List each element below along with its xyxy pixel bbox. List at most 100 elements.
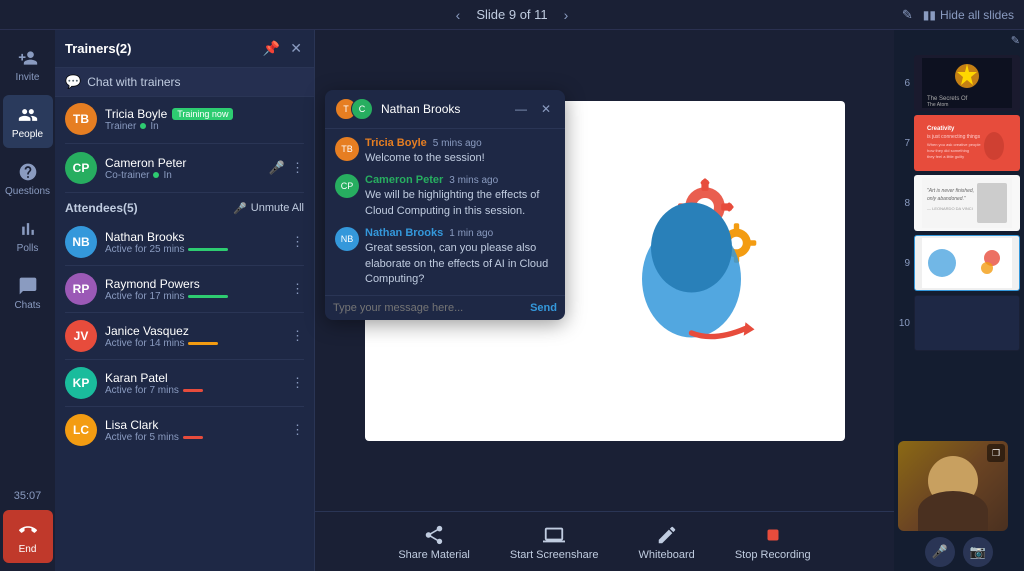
- attendee-info-nathan: Nathan Brooks Active for 25 mins: [105, 230, 283, 255]
- more-options-raymond[interactable]: ⋮: [291, 281, 304, 297]
- edit-icon[interactable]: ✎: [902, 7, 913, 23]
- training-badge: Training now: [172, 108, 233, 120]
- slide-thumb-7[interactable]: Creativity is just connecting things Whe…: [914, 115, 1020, 171]
- camera-toggle-button[interactable]: 📷: [963, 537, 993, 567]
- chat-icon: [16, 274, 40, 298]
- panel-title: Trainers(2): [65, 41, 131, 56]
- status-bar-nathan: [188, 248, 228, 251]
- avatar-janice: JV: [65, 320, 97, 352]
- chat-input-field[interactable]: [333, 302, 524, 314]
- msg-sender-tricia: Tricia Boyle: [365, 137, 427, 149]
- screenshare-icon: [542, 523, 566, 547]
- msg-sender-cameron: Cameron Peter: [365, 174, 443, 186]
- svg-text:is just connecting things: is just connecting things: [927, 134, 981, 140]
- hide-slides-button[interactable]: ▮▮ Hide all slides: [923, 8, 1014, 22]
- trainer-info-tricia: Tricia Boyle Training now Trainer In: [105, 107, 304, 132]
- divider-2: [65, 192, 304, 193]
- attendee-info-janice: Janice Vasquez Active for 14 mins: [105, 324, 283, 349]
- svg-text:When you ask creative people: When you ask creative people: [927, 142, 981, 147]
- attendees-section: Attendees(5) 🎤 Unmute All NB Nathan Broo…: [55, 195, 314, 571]
- stop-recording-action[interactable]: Stop Recording: [735, 523, 811, 561]
- prev-slide-button[interactable]: ‹: [450, 5, 467, 25]
- slide-thumb-8[interactable]: "Art is never finished, only abandoned."…: [914, 175, 1020, 231]
- left-sidebar: Invite People Questions Polls Chats: [0, 30, 55, 571]
- svg-text:"Art is never finished,: "Art is never finished,: [927, 188, 974, 194]
- share-material-label: Share Material: [398, 549, 470, 561]
- svg-text:how they did something: how they did something: [927, 148, 969, 153]
- sidebar-item-chats[interactable]: Chats: [3, 266, 53, 319]
- sidebar-item-polls[interactable]: Polls: [3, 209, 53, 262]
- right-slides-panel: ✎ 6 The Secrets Of The Atom: [894, 30, 1024, 571]
- slide-num-9: 9: [898, 258, 910, 269]
- unmute-all-button[interactable]: 🎤 Unmute All: [233, 202, 304, 215]
- share-material-action[interactable]: Share Material: [398, 523, 470, 561]
- chat-message-0: TB Tricia Boyle 5 mins ago Welcome to th…: [335, 137, 555, 166]
- slide-num-8: 8: [898, 198, 910, 209]
- whiteboard-action[interactable]: Whiteboard: [639, 523, 695, 561]
- msg-avatar-tricia: TB: [335, 137, 359, 161]
- msg-text-0: Welcome to the session!: [365, 151, 555, 166]
- people-icon: [16, 103, 40, 127]
- status-bar-lisa: [183, 436, 203, 439]
- attendee-item-janice: JV Janice Vasquez Active for 14 mins ⋮: [55, 315, 314, 357]
- slide-counter: Slide 9 of 11: [476, 7, 547, 22]
- whiteboard-icon: [655, 523, 679, 547]
- pin-button[interactable]: 📌: [261, 38, 282, 59]
- question-icon: [16, 160, 40, 184]
- main-content: Invite People Questions Polls Chats: [0, 30, 1024, 571]
- attendee-name-karan: Karan Patel: [105, 371, 283, 385]
- slide-num-10: 10: [898, 318, 910, 329]
- next-slide-button[interactable]: ›: [558, 5, 575, 25]
- trainer-name-tricia: Tricia Boyle Training now: [105, 107, 304, 121]
- sidebar-item-invite[interactable]: Invite: [3, 38, 53, 91]
- chat-close-button[interactable]: ✕: [537, 100, 555, 118]
- trainer-name-cameron: Cameron Peter: [105, 156, 261, 170]
- msg-text-2: Great session, can you please also elabo…: [365, 241, 555, 287]
- msg-header-nathan: Nathan Brooks 1 min ago: [365, 227, 555, 239]
- sidebar-item-end[interactable]: End: [3, 510, 53, 563]
- more-options-karan[interactable]: ⋮: [291, 375, 304, 391]
- online-indicator-cameron: [153, 172, 159, 178]
- more-options-lisa[interactable]: ⋮: [291, 422, 304, 438]
- video-expand-button[interactable]: ❒: [987, 444, 1005, 462]
- close-panel-button[interactable]: ✕: [288, 38, 304, 59]
- slide-thumb-row-8: 8 "Art is never finished, only abandoned…: [898, 175, 1020, 231]
- chat-minimize-button[interactable]: —: [511, 100, 531, 118]
- video-controls: 🎤 📷: [898, 537, 1020, 567]
- attendee-info-raymond: Raymond Powers Active for 17 mins: [105, 277, 283, 302]
- attendee-name-raymond: Raymond Powers: [105, 277, 283, 291]
- slide-num-7: 7: [898, 138, 910, 149]
- slide-thumb-inner-9: [915, 236, 1019, 290]
- top-bar: ‹ Slide 9 of 11 › ✎ ▮▮ Hide all slides: [0, 0, 1024, 30]
- panel-controls: 📌 ✕: [261, 38, 304, 59]
- slide-thumb-6[interactable]: The Secrets Of The Atom: [914, 55, 1020, 111]
- sidebar-item-people[interactable]: People: [3, 95, 53, 148]
- avatar-lisa: LC: [65, 414, 97, 446]
- slide-thumb-inner-10: [915, 296, 1019, 350]
- chat-avatar-cameron: C: [351, 98, 373, 120]
- trainer-role-tricia: Trainer In: [105, 121, 304, 132]
- more-options-nathan[interactable]: ⋮: [291, 234, 304, 250]
- slide-thumb-10[interactable]: [914, 295, 1020, 351]
- sidebar-item-questions[interactable]: Questions: [3, 152, 53, 205]
- questions-label: Questions: [5, 186, 50, 197]
- msg-time-1: 3 mins ago: [449, 175, 498, 186]
- slide-thumb-9[interactable]: [914, 235, 1020, 291]
- session-timer: 35:07: [14, 490, 42, 502]
- invite-label: Invite: [16, 72, 40, 83]
- slide-thumb-inner-6: The Secrets Of The Atom: [915, 56, 1019, 110]
- svg-text:Creativity: Creativity: [927, 126, 955, 132]
- msg-body-tricia: Tricia Boyle 5 mins ago Welcome to the s…: [365, 137, 555, 166]
- sidebar-bottom: 35:07 End: [3, 490, 53, 571]
- right-panel-controls: ✎: [894, 30, 1024, 51]
- more-options-icon[interactable]: ⋮: [291, 160, 304, 176]
- more-options-janice[interactable]: ⋮: [291, 328, 304, 344]
- mic-toggle-button[interactable]: 🎤: [925, 537, 955, 567]
- chat-with-trainers-button[interactable]: 💬 Chat with trainers: [55, 68, 314, 97]
- chat-input-area: Send: [325, 295, 565, 320]
- edit-slide-icon[interactable]: ✎: [1011, 34, 1020, 47]
- screenshare-action[interactable]: Start Screenshare: [510, 523, 599, 561]
- chat-popup-header: T C Nathan Brooks — ✕: [325, 90, 565, 129]
- send-message-button[interactable]: Send: [530, 302, 557, 314]
- online-indicator: [140, 123, 146, 129]
